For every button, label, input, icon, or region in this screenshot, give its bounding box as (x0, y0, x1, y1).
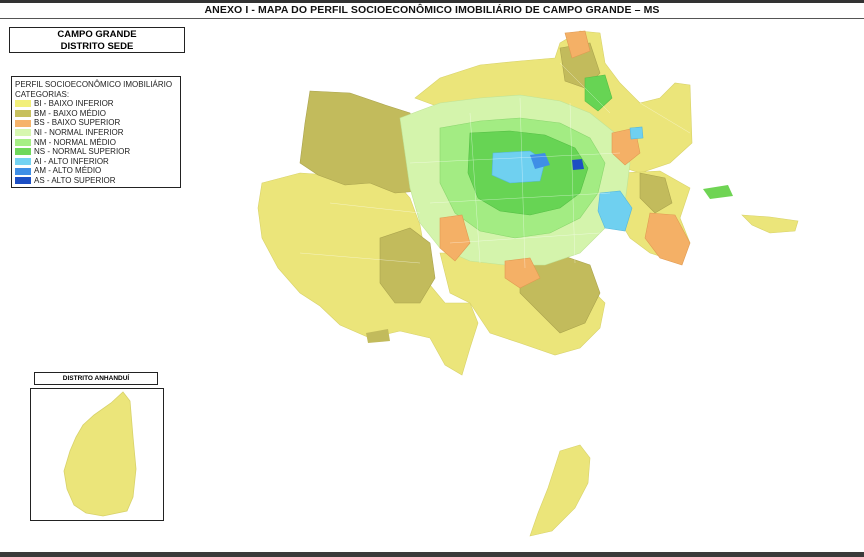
zone-bi-detached-east (741, 214, 799, 234)
zone-bm-southwest (379, 227, 436, 304)
zone-bs-east (644, 212, 691, 266)
zone-nm-detached (703, 185, 733, 199)
inset-map-frame (30, 388, 164, 521)
zone-ai-northeast (629, 126, 644, 140)
map-page: ANEXO I - MAPA DO PERFIL SOCIOECONÔMICO … (0, 3, 864, 552)
zone-bi-detached-south (529, 444, 591, 537)
inset-map (63, 391, 137, 517)
zone-as-center (572, 159, 584, 170)
window-bottom-border (0, 552, 864, 557)
zone-bi-anhandui (63, 391, 137, 517)
inset-label: DISTRITO ANHANDUÍ (34, 372, 158, 385)
